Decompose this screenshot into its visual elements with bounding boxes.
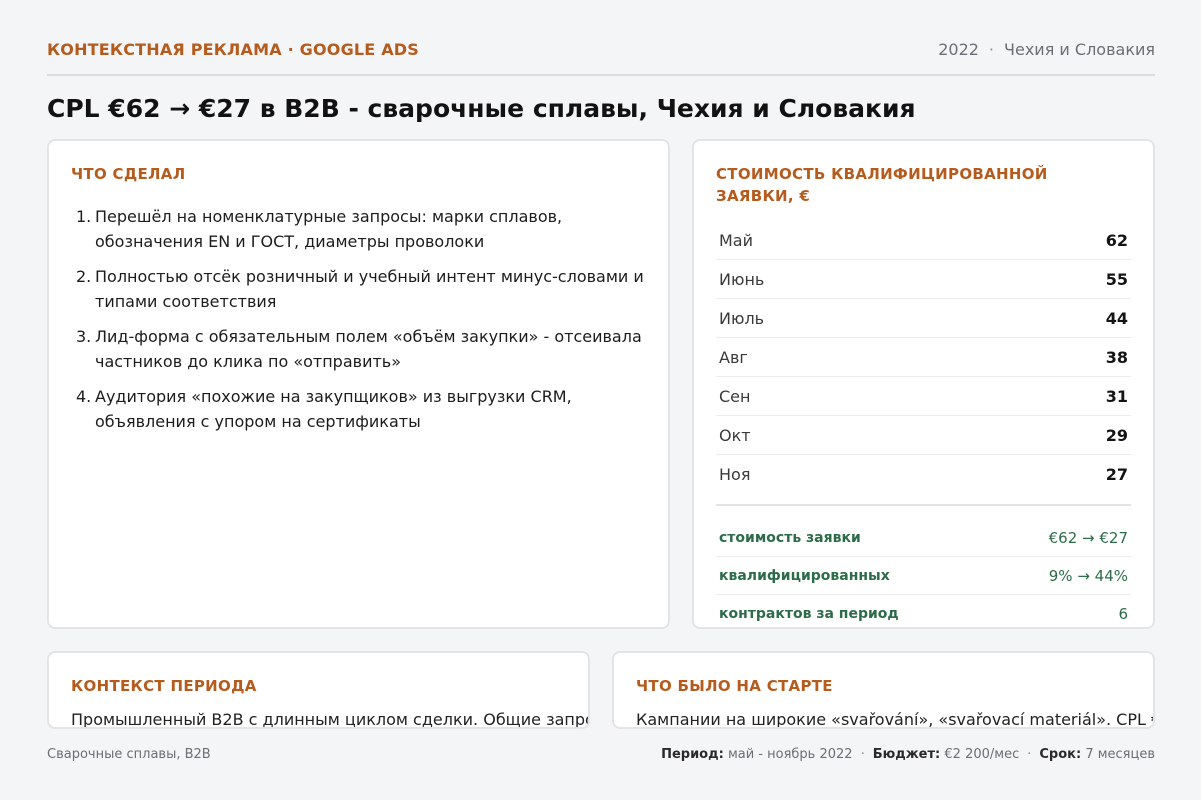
summary-value: €62 → €27: [1048, 528, 1128, 547]
table-row: Май 62: [716, 221, 1131, 260]
month-cell: Июль: [719, 308, 765, 328]
value-cell: 31: [1105, 386, 1128, 406]
term-info: Срок: 7 месяцев: [1039, 746, 1155, 762]
table-row: Ноя 27: [716, 455, 1131, 494]
value-cell: 55: [1105, 269, 1128, 289]
footer-meta: Период: май - ноябрь 2022 · Бюджет: €2 2…: [661, 747, 1155, 762]
list-item: 1. Перешёл на номенклатурные запросы: мар…: [76, 207, 563, 251]
lead-cost-card: СТОИМОСТЬ КВАЛИФИЦИРОВАННОЙ ЗАЯВКИ, € Ма…: [692, 139, 1155, 629]
what-i-did-title: ЧТО СДЕЛАЛ: [71, 165, 186, 183]
summary-block: стоимость заявки €62 → €27 квалифицирован…: [716, 504, 1131, 633]
page-title: CPL €62 → €27 в B2B - сварочные сплавы, …: [47, 94, 916, 123]
summary-label: квалифицированных: [719, 567, 890, 584]
budget-info: Бюджет: €2 200/мес: [872, 746, 1020, 762]
value-cell: 27: [1105, 465, 1128, 484]
period-info: Период: май - ноябрь 2022: [661, 746, 853, 762]
table-row: Сен 31: [716, 377, 1131, 416]
table-row: Авг 38: [716, 338, 1131, 377]
list-item: 2. Полностью отсёк розничный и учебный ин…: [76, 267, 644, 311]
summary-label: стоимость заявки: [719, 529, 861, 546]
period-context-card: КОНТЕКСТ ПЕРИОДА Промышленный B2B с длин…: [47, 651, 590, 729]
separator-dot: ·: [988, 40, 995, 59]
page-footer: Сварочные сплавы, B2B Период: май - нояб…: [47, 744, 1155, 764]
summary-row: стоимость заявки €62 → €27: [716, 519, 1131, 557]
starting-point-card: ЧТО БЫЛО НА СТАРТЕ Кампании на широкие «…: [612, 651, 1155, 729]
value-cell: 38: [1105, 347, 1128, 367]
footer-caption: Сварочные сплавы, B2B: [47, 746, 211, 762]
month-cell: Окт: [719, 425, 751, 445]
summary-value: 6: [1118, 605, 1128, 623]
table-row: Окт 29: [716, 416, 1131, 455]
lead-cost-title: СТОИМОСТЬ КВАЛИФИЦИРОВАННОЙ ЗАЯВКИ, €: [716, 165, 1048, 205]
month-cell: Ноя: [719, 465, 751, 484]
summary-label: контрактов за период: [719, 606, 899, 622]
separator-dot: ·: [1027, 746, 1032, 762]
list-item: 4. Аудитория «похожие на закупщиков» из в…: [76, 387, 572, 431]
starting-point-title: ЧТО БЫЛО НА СТАРТЕ: [636, 677, 833, 695]
summary-value: 9% → 44%: [1048, 566, 1128, 585]
month-cell: Май: [719, 230, 754, 250]
category-kicker: КОНТЕКСТНАЯ РЕКЛАМА · GOOGLE ADS: [47, 40, 419, 59]
year-label: 2022: [938, 40, 979, 59]
list-item: 3. Лид-форма с обязательным полем «объём …: [76, 327, 642, 371]
monthly-cost-table: Май 62 Июнь 55 Июль 44 Авг 38 Сен 31 Окт 29 Но…: [716, 221, 1131, 494]
value-cell: 44: [1105, 308, 1128, 328]
summary-row: контрактов за период 6: [716, 595, 1131, 633]
table-row: Июнь 55: [716, 260, 1131, 299]
starting-point-text: Кампании на широкие «svařování», «svařov…: [636, 710, 1155, 729]
what-i-did-card: ЧТО СДЕЛАЛ 1. Перешёл на номенклатурные з…: [47, 139, 670, 629]
table-row: Июль 44: [716, 299, 1131, 338]
value-cell: 62: [1105, 230, 1128, 250]
summary-row: квалифицированных 9% → 44%: [716, 557, 1131, 595]
period-context-title: КОНТЕКСТ ПЕРИОДА: [71, 677, 257, 695]
value-cell: 29: [1105, 425, 1128, 445]
period-context-text: Промышленный B2B с длинным циклом сделки…: [71, 710, 590, 729]
header-meta: 2022 · Чехия и Словакия: [938, 38, 1155, 62]
separator-dot: ·: [860, 746, 865, 762]
actions-list: 1. Перешёл на номенклатурные запросы: мар…: [71, 204, 646, 434]
page-header: КОНТЕКСТНАЯ РЕКЛАМА · GOOGLE ADS 2022 · …: [47, 38, 1155, 76]
month-cell: Авг: [719, 347, 748, 367]
month-cell: Сен: [719, 386, 751, 406]
month-cell: Июнь: [719, 269, 765, 289]
region-label: Чехия и Словакия: [1004, 40, 1155, 59]
